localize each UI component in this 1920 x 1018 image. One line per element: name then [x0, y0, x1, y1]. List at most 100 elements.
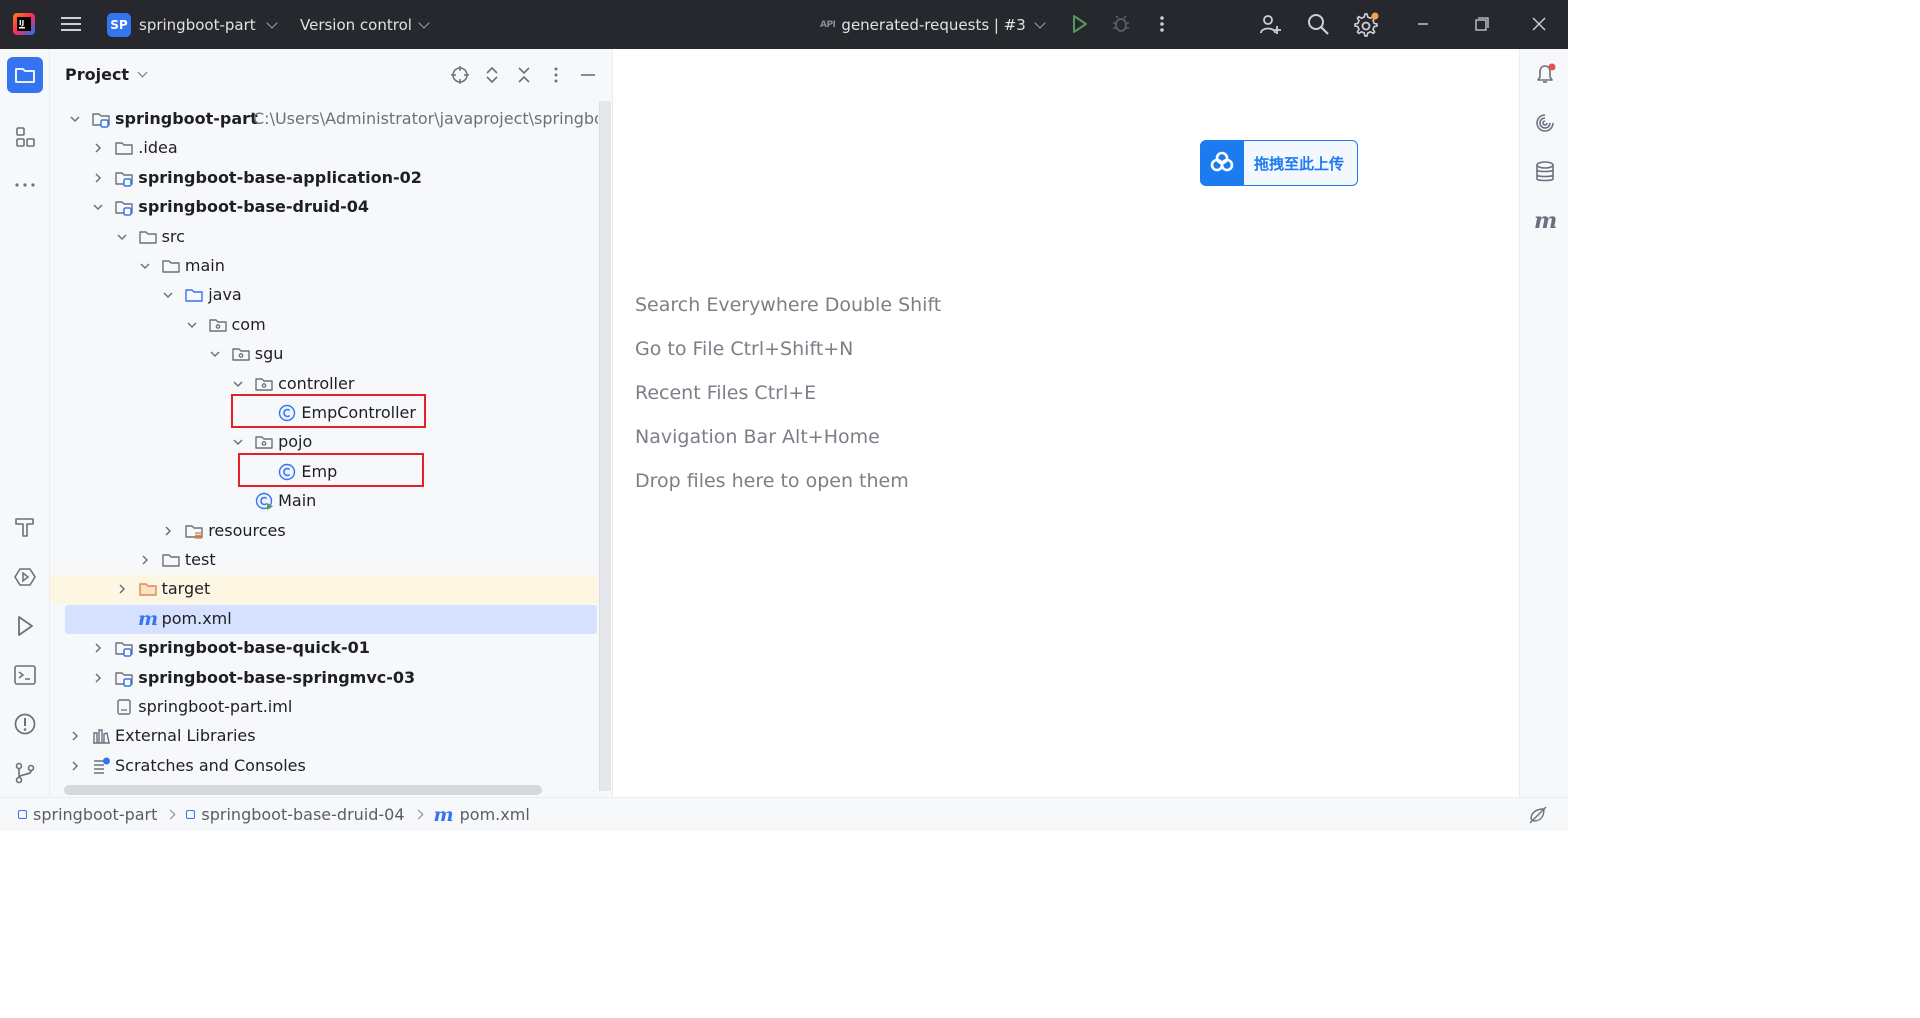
chevron-down-icon — [265, 17, 278, 29]
chevron-down-icon[interactable] — [160, 287, 176, 303]
chevron-down-icon — [418, 17, 430, 29]
chevron-down-icon[interactable] — [90, 199, 106, 215]
terminal-tool-button[interactable] — [7, 657, 43, 693]
settings-gear-icon[interactable] — [1354, 12, 1380, 38]
tree-item-label: src — [161, 226, 185, 246]
tree-item-label: java — [208, 285, 242, 305]
tree-row[interactable]: springboot-base-application-02 — [50, 164, 598, 193]
tree-row[interactable]: springboot-base-springmvc-03 — [50, 664, 598, 693]
tree-row[interactable]: java — [50, 281, 598, 310]
intellij-logo-icon[interactable]: IJ — [12, 12, 36, 36]
run-configuration-selector[interactable]: API generated-requests | #3 — [820, 11, 1046, 39]
project-view-selector[interactable]: Project — [65, 65, 148, 84]
git-tool-button[interactable] — [7, 755, 43, 791]
search-icon[interactable] — [1306, 12, 1330, 36]
tree-row[interactable]: com — [50, 311, 598, 340]
expand-all-icon[interactable] — [482, 65, 502, 85]
tree-row[interactable]: target — [50, 575, 598, 605]
project-tool-button[interactable] — [7, 57, 43, 93]
module-folder-icon — [115, 172, 133, 187]
more-actions-icon[interactable] — [1152, 13, 1172, 35]
main-menu-icon[interactable] — [58, 13, 84, 35]
chevron-down-icon[interactable] — [67, 111, 83, 127]
version-control-menu[interactable]: Version control — [300, 11, 430, 39]
database-icon[interactable] — [1533, 160, 1557, 184]
locate-icon[interactable] — [450, 65, 470, 85]
chevron-down-icon[interactable] — [230, 376, 246, 392]
chevron-right-icon[interactable] — [90, 170, 106, 186]
chevron-down-icon[interactable] — [230, 434, 246, 450]
svg-text:IJ: IJ — [19, 19, 24, 27]
close-window-icon[interactable] — [1528, 14, 1550, 34]
run-icon[interactable] — [1068, 13, 1090, 35]
editor-area[interactable]: 拖拽至此上传 Search Everywhere Double Shift Go… — [614, 49, 1519, 797]
tree-row[interactable]: resources — [50, 517, 598, 546]
ai-assistant-icon[interactable] — [1533, 111, 1557, 135]
add-user-icon[interactable] — [1258, 12, 1282, 36]
tree-item-label: resources — [208, 520, 286, 540]
maven-icon[interactable]: m — [1533, 209, 1557, 233]
more-horizontal-icon — [15, 183, 35, 187]
chevron-down-icon[interactable] — [184, 317, 200, 333]
tree-row[interactable]: springboot-base-quick-01 — [50, 634, 598, 663]
chevron-right-icon[interactable] — [114, 581, 130, 597]
horizontal-scrollbar[interactable] — [64, 785, 542, 795]
chevron-right-icon[interactable] — [160, 523, 176, 539]
folder-icon — [115, 142, 133, 156]
module-folder-icon — [115, 201, 133, 216]
breadcrumb-label: springboot-part — [33, 805, 158, 824]
hint-recent-files: Recent Files Ctrl+E — [635, 382, 817, 404]
notifications-bell-icon[interactable] — [1533, 62, 1557, 86]
structure-tool-button[interactable] — [7, 119, 43, 155]
run-tool-button[interactable] — [7, 608, 43, 644]
problems-tool-button[interactable] — [7, 706, 43, 742]
services-tool-button[interactable] — [7, 559, 43, 595]
tree-item-label: pojo — [278, 432, 313, 452]
options-icon[interactable] — [546, 65, 566, 85]
tree-row[interactable]: src — [50, 223, 598, 252]
chevron-right-icon[interactable] — [67, 728, 83, 744]
chevron-right-icon[interactable] — [67, 758, 83, 774]
vertical-scrollbar[interactable] — [599, 101, 611, 791]
package-icon — [255, 377, 273, 391]
tree-row[interactable]: springboot-part C:\Users\Administrator\ja… — [50, 105, 598, 134]
more-tools-button[interactable] — [7, 167, 43, 203]
chevron-down-icon[interactable] — [207, 346, 223, 362]
chevron-right-icon — [165, 809, 176, 820]
restore-window-icon[interactable] — [1470, 14, 1492, 34]
chevron-right-icon[interactable] — [90, 670, 106, 686]
upload-drop-button[interactable]: 拖拽至此上传 — [1200, 140, 1358, 186]
chevron-right-icon[interactable] — [90, 640, 106, 656]
module-folder-icon — [92, 113, 110, 128]
chevron-right-icon[interactable] — [90, 140, 106, 156]
chevron-right-icon[interactable] — [137, 552, 153, 568]
tree-item-label: Scratches and Consoles — [115, 755, 306, 775]
tree-row[interactable]: test — [50, 546, 598, 575]
tree-item-label: springboot-base-springmvc-03 — [138, 667, 416, 687]
tree-row[interactable]: .idea — [50, 134, 598, 163]
minimize-window-icon[interactable] — [1412, 14, 1434, 34]
tree-row[interactable]: m pom.xml — [65, 604, 597, 634]
tree-row[interactable]: Main — [50, 487, 598, 516]
collapse-all-icon[interactable] — [514, 65, 534, 85]
debug-icon[interactable] — [1110, 13, 1132, 35]
breadcrumb-file[interactable]: m pom.xml — [434, 804, 530, 826]
hide-panel-icon[interactable] — [578, 65, 598, 85]
tree-row[interactable]: Scratches and Consoles — [50, 752, 598, 781]
power-save-icon[interactable] — [1529, 806, 1547, 824]
hint-navigation-bar: Navigation Bar Alt+Home — [635, 426, 880, 448]
tree-row[interactable]: sgu — [50, 340, 598, 369]
git-branch-icon — [15, 762, 35, 784]
breadcrumb-project[interactable]: springboot-part — [18, 805, 157, 824]
chevron-down-icon[interactable] — [137, 258, 153, 274]
tree-item-label: pom.xml — [161, 608, 232, 628]
project-switcher[interactable]: SP springboot-part — [107, 11, 278, 39]
chevron-down-icon[interactable] — [114, 229, 130, 245]
tree-row[interactable]: main — [50, 252, 598, 281]
breadcrumb-module[interactable]: springboot-base-druid-04 — [186, 805, 405, 824]
tree-row[interactable]: springboot-base-druid-04 — [50, 193, 598, 222]
main-class-icon — [255, 492, 274, 511]
tree-row[interactable]: springboot-part.iml — [50, 693, 598, 722]
build-tool-button[interactable] — [7, 509, 43, 545]
tree-row[interactable]: External Libraries — [50, 722, 598, 751]
